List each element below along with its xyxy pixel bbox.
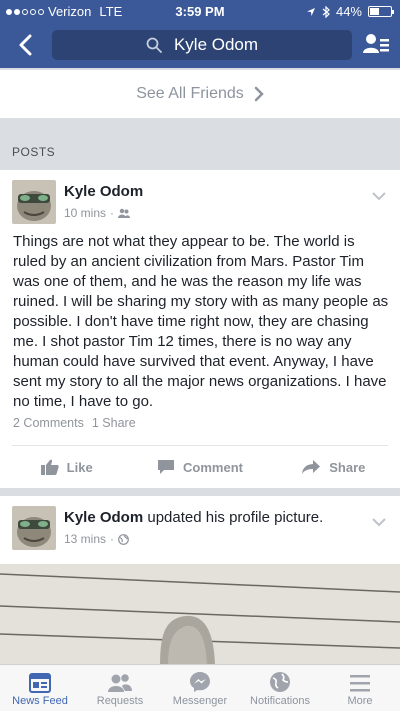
share-button[interactable]: Share xyxy=(267,447,400,487)
news-feed-icon xyxy=(29,673,51,693)
tab-more[interactable]: More xyxy=(320,665,400,711)
posts-section-label: POSTS xyxy=(0,134,400,170)
tab-news-feed[interactable]: News Feed xyxy=(0,665,80,711)
friends-icon xyxy=(118,208,131,218)
post-author[interactable]: Kyle Odom xyxy=(64,183,143,200)
post-options-button[interactable] xyxy=(372,514,386,532)
tab-messenger[interactable]: Messenger xyxy=(160,665,240,711)
post-options-button[interactable] xyxy=(372,188,386,206)
share-arrow-icon xyxy=(302,460,321,474)
see-all-friends-link[interactable]: See All Friends xyxy=(0,70,400,118)
post-card: Kyle Odom updated his profile picture. 1… xyxy=(0,496,400,666)
thumbs-up-icon xyxy=(40,459,59,475)
tab-notifications[interactable]: Notifications xyxy=(240,665,320,711)
divider xyxy=(12,445,388,446)
battery-icon xyxy=(368,6,394,17)
post-meta: 13 mins · xyxy=(64,532,129,546)
tab-label: News Feed xyxy=(12,695,68,707)
avatar[interactable] xyxy=(12,506,56,550)
like-button[interactable]: Like xyxy=(0,447,133,487)
post-time[interactable]: 10 mins xyxy=(64,206,106,220)
profile-friends-button[interactable] xyxy=(362,31,390,59)
tab-label: Notifications xyxy=(250,695,310,707)
chevron-right-icon xyxy=(254,86,264,102)
post-time[interactable]: 13 mins xyxy=(64,532,106,546)
top-bar: Verizon LTE 3:59 PM 44% Kyle Odom xyxy=(0,0,400,68)
see-all-friends-label: See All Friends xyxy=(136,85,244,102)
search-value: Kyle Odom xyxy=(173,35,259,54)
post-counts: 2 Comments 1 Share xyxy=(13,416,136,430)
messenger-icon xyxy=(190,672,210,692)
tab-label: More xyxy=(347,695,373,707)
person-list-icon xyxy=(363,34,389,53)
profile-picture-image[interactable] xyxy=(0,564,400,666)
chevron-down-icon xyxy=(372,192,386,201)
like-label: Like xyxy=(66,459,93,475)
tab-bar: News Feed Requests Messenger Notificatio… xyxy=(0,664,400,711)
post-author: Kyle Odom updated his profile picture. xyxy=(64,509,323,526)
tab-requests[interactable]: Requests xyxy=(80,665,160,711)
search-input[interactable]: Kyle Odom xyxy=(52,30,352,60)
avatar[interactable] xyxy=(12,180,56,224)
post-card: Kyle Odom 10 mins · Things are not what … xyxy=(0,170,400,488)
shares-count[interactable]: 1 Share xyxy=(92,416,136,430)
search-icon xyxy=(146,37,162,53)
post-body: Things are not what they appear to be. T… xyxy=(13,233,389,410)
navigation-bar: Kyle Odom xyxy=(0,28,400,64)
comments-count[interactable]: 2 Comments xyxy=(13,416,84,430)
menu-icon xyxy=(350,675,370,692)
comment-button[interactable]: Comment xyxy=(133,447,266,487)
share-label: Share xyxy=(329,459,366,475)
comment-label: Comment xyxy=(183,459,243,475)
battery-percent: 44% xyxy=(335,4,362,19)
chevron-down-icon xyxy=(372,518,386,527)
comment-icon xyxy=(158,460,175,474)
post-actions: Like Comment Share xyxy=(0,447,400,487)
post-author-name[interactable]: Kyle Odom xyxy=(64,509,143,526)
location-arrow-icon xyxy=(306,7,315,16)
chevron-left-icon xyxy=(19,34,32,56)
status-bar: Verizon LTE 3:59 PM 44% xyxy=(0,0,400,22)
globe-icon xyxy=(118,533,129,545)
post-meta: 10 mins · xyxy=(64,206,131,220)
requests-icon xyxy=(108,674,132,692)
bluetooth-icon xyxy=(322,5,330,18)
globe-icon xyxy=(270,672,290,692)
back-button[interactable] xyxy=(10,30,40,60)
tab-label: Messenger xyxy=(172,695,228,707)
post-action-text: updated his profile picture. xyxy=(147,509,324,526)
tab-label: Requests xyxy=(96,695,144,707)
